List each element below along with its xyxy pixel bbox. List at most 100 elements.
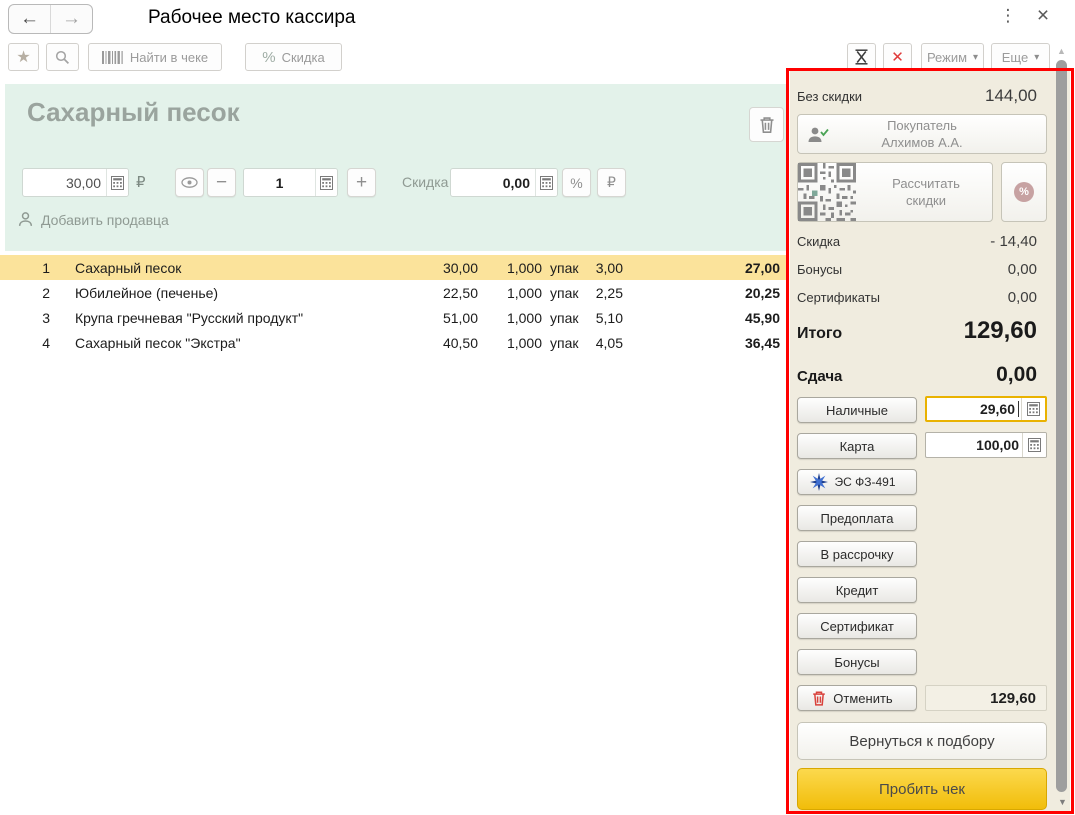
chevron-down-icon: ▾	[1034, 51, 1040, 63]
ruble-icon: ₽	[607, 174, 616, 190]
row-unit: упак	[550, 284, 579, 301]
plus-icon: +	[355, 171, 368, 193]
credit-button[interactable]: Кредит	[797, 577, 917, 603]
certificates-label: Сертификаты	[797, 290, 880, 305]
calculator-icon[interactable]	[106, 169, 128, 196]
calculator-icon[interactable]	[1021, 398, 1045, 420]
table-row[interactable]: 2 Юбилейное (печенье) 22,50 1,000 упак 2…	[0, 280, 787, 305]
cash-button[interactable]: Наличные	[797, 397, 917, 423]
search-button[interactable]	[46, 43, 79, 71]
row-qty: 1,000	[506, 309, 542, 326]
quantity-value: 1	[275, 174, 284, 191]
row-unit: упак	[550, 309, 579, 326]
calculator-icon[interactable]	[535, 169, 557, 196]
calculator-icon[interactable]	[315, 169, 337, 196]
row-total: 45,90	[744, 309, 780, 326]
es-fz491-button[interactable]: ЭС ФЗ-491	[797, 469, 917, 495]
percent-icon: %	[262, 48, 276, 66]
row-price: 40,50	[442, 334, 478, 351]
row-unit: упак	[550, 259, 579, 276]
discount-percent-button[interactable]: %	[562, 168, 591, 197]
shift-timer-button[interactable]	[847, 43, 876, 71]
discount-ruble-button[interactable]: ₽	[597, 168, 626, 197]
cash-amount-value: 29,60	[979, 401, 1015, 417]
scrollbar-thumb[interactable]	[1056, 60, 1067, 792]
percent-icon: %	[570, 174, 583, 191]
card-button[interactable]: Карта	[797, 433, 917, 459]
minus-icon: −	[215, 171, 228, 193]
search-icon	[55, 50, 70, 64]
scroll-down-icon[interactable]: ▼	[1058, 797, 1067, 807]
quantity-input[interactable]: 1	[243, 168, 338, 197]
bonuses-button[interactable]: Бонусы	[797, 649, 917, 675]
discount-label: Скидка	[797, 234, 841, 249]
mode-label: Режим	[926, 49, 968, 65]
pinwheel-star-icon	[810, 473, 829, 491]
find-in-receipt-button[interactable]: Найти в чеке	[88, 43, 222, 71]
row-unit: упак	[550, 334, 579, 351]
toggle-price-button[interactable]	[175, 168, 204, 197]
return-to-selection-button[interactable]: Вернуться к подбору	[797, 722, 1047, 760]
discount-button[interactable]: % Скидка	[245, 43, 342, 71]
back-icon: ←	[20, 8, 39, 29]
payment-panel: Без скидки 144,00 Покупатель Алхимов А.А…	[790, 71, 1070, 813]
customer-button[interactable]: Покупатель Алхимов А.А.	[797, 114, 1047, 154]
red-x-icon: ✕	[891, 49, 904, 66]
table-row[interactable]: 1 Сахарный песок 30,00 1,000 упак 3,00 2…	[0, 255, 787, 280]
row-name: Крупа гречневая "Русский продукт"	[75, 309, 304, 326]
table-row[interactable]: 3 Крупа гречневая "Русский продукт" 51,0…	[0, 305, 787, 330]
ruble-icon: ₽	[136, 174, 146, 191]
star-icon: ★	[16, 49, 31, 66]
item-discount-input[interactable]: 0,00	[450, 168, 558, 197]
row-name: Сахарный песок	[75, 259, 182, 276]
mode-dropdown[interactable]: Режим ▾	[921, 43, 984, 71]
calculator-icon[interactable]	[1022, 433, 1046, 457]
forward-button[interactable]: →	[51, 5, 92, 33]
installment-button[interactable]: В рассрочку	[797, 541, 917, 567]
total-value: 129,60	[963, 317, 1037, 344]
item-discount-label: Скидка	[402, 174, 449, 190]
receipt-items-table: 1 Сахарный песок 30,00 1,000 упак 3,00 2…	[0, 255, 787, 355]
table-row[interactable]: 4 Сахарный песок "Экстра" 40,50 1,000 уп…	[0, 330, 787, 355]
row-discount: 3,00	[595, 259, 623, 276]
row-number: 4	[42, 334, 50, 351]
window-menu-icon[interactable]: ⋮	[998, 6, 1018, 26]
remaining-amount: 129,60	[925, 685, 1047, 711]
cancel-payment-button[interactable]: Отменить	[797, 685, 917, 711]
delete-item-button[interactable]	[749, 107, 784, 142]
text-cursor	[1018, 401, 1019, 417]
row-total: 36,45	[744, 334, 780, 351]
person-check-icon	[808, 127, 829, 142]
back-button[interactable]: ←	[9, 5, 51, 33]
discount-row: Скидка - 14,40	[797, 233, 1037, 250]
row-name: Сахарный песок "Экстра"	[75, 334, 241, 351]
bonuses-label: Бонусы	[797, 262, 843, 277]
price-input[interactable]: 30,00	[22, 168, 129, 197]
card-amount-input[interactable]: 100,00	[925, 432, 1047, 458]
row-discount: 4,05	[595, 334, 623, 351]
prepayment-button[interactable]: Предоплата	[797, 505, 917, 531]
cash-amount-input[interactable]: 29,60	[925, 396, 1047, 422]
price-value: 30,00	[65, 174, 101, 191]
cancel-receipt-button[interactable]: ✕	[883, 43, 912, 71]
total-label: Итого	[797, 325, 843, 342]
certificate-button[interactable]: Сертификат	[797, 613, 917, 639]
trash-icon	[759, 116, 774, 133]
total-row: Итого 129,60	[797, 317, 1037, 345]
manual-discount-button[interactable]: %	[1001, 162, 1047, 222]
discount-value: - 14,40	[990, 233, 1037, 250]
more-dropdown[interactable]: Еще ▾	[991, 43, 1050, 71]
change-label: Сдача	[797, 368, 843, 385]
add-seller-link[interactable]: Добавить продавца	[17, 211, 169, 228]
forward-icon: →	[62, 8, 81, 29]
calculate-discounts-label: Рассчитать скидки	[892, 176, 960, 208]
close-icon[interactable]: ×	[1032, 4, 1054, 28]
person-icon	[18, 212, 33, 226]
qty-plus-button[interactable]: +	[347, 168, 376, 197]
qty-minus-button[interactable]: −	[207, 168, 236, 197]
bonuses-row: Бонусы 0,00	[797, 261, 1037, 278]
favorites-button[interactable]: ★	[8, 43, 39, 71]
commit-receipt-button[interactable]: Пробить чек	[797, 768, 1047, 810]
scroll-up-icon[interactable]: ▲	[1057, 46, 1066, 56]
more-label: Еще	[1001, 49, 1029, 65]
